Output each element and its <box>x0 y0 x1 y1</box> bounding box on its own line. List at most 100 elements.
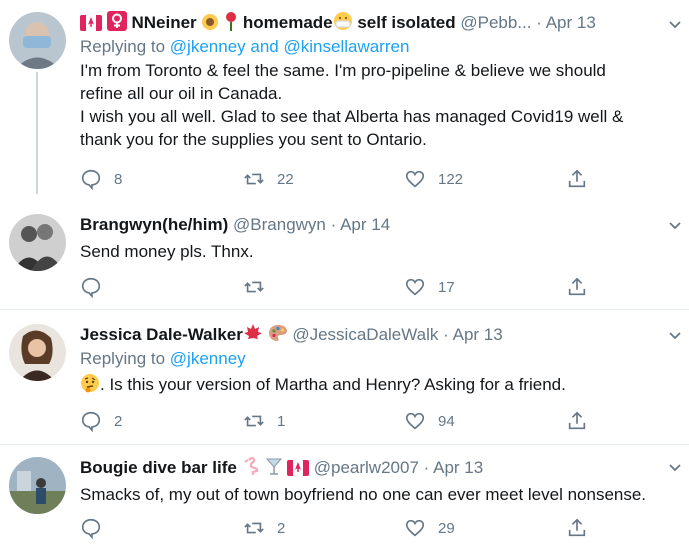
reply-icon <box>81 277 101 298</box>
chevron-down-icon[interactable] <box>667 327 683 343</box>
tweet-text: I'm from Toronto & feel the same. I'm pr… <box>80 59 659 151</box>
retweet-button[interactable]: 22 <box>243 167 294 191</box>
canada-flag-icon <box>287 459 310 480</box>
display-name[interactable]: Bougie dive bar life <box>80 458 237 477</box>
separator-dot: · <box>423 458 430 477</box>
reply-count: 2 <box>114 412 123 430</box>
avatar[interactable] <box>9 12 66 69</box>
face-with-raised-eyebrow-icon <box>80 373 100 399</box>
tweet-date[interactable]: Apr 13 <box>433 458 483 477</box>
retweet-button[interactable] <box>243 275 277 299</box>
tweet-1[interactable]: NNeiner homemade self isolated @Pebb... … <box>0 0 689 200</box>
tweet-text: . Is this your version of Martha and Hen… <box>80 373 659 399</box>
heart-icon <box>405 170 425 188</box>
share-icon <box>568 277 586 296</box>
like-count: 122 <box>438 170 464 188</box>
display-name-tail[interactable]: self isolated <box>357 13 455 32</box>
cocktail-glass-icon <box>266 456 283 480</box>
mention-link[interactable]: @jkenney <box>170 349 246 368</box>
retweet-icon <box>244 173 264 185</box>
retweet-button[interactable]: 2 <box>243 516 285 540</box>
separator-dot: · <box>443 325 449 344</box>
reply-button[interactable] <box>80 516 114 540</box>
tweet-date[interactable]: Apr 13 <box>546 13 596 32</box>
tweet-3[interactable]: Jessica Dale-Walker @JessicaDaleWalk · A… <box>0 310 689 444</box>
reply-icon <box>81 411 101 432</box>
share-button[interactable] <box>566 275 588 299</box>
tweet-text-line: thank you for the supplies you sent to O… <box>80 130 427 149</box>
tweet-text-line: I wish you all well. Glad to see that Al… <box>80 107 624 126</box>
tweet-header: Jessica Dale-Walker @JessicaDaleWalk · A… <box>80 323 659 347</box>
tweet-text-content: . Is this your version of Martha and Hen… <box>100 375 566 394</box>
tweet-header: Bougie dive bar life @pearlw2007 · Apr 1… <box>80 456 659 480</box>
like-button[interactable]: 94 <box>404 409 455 433</box>
like-count: 94 <box>438 412 455 430</box>
avatar[interactable] <box>9 457 66 514</box>
display-name[interactable]: Brangwyn(he/him) <box>80 215 228 234</box>
canada-flag-icon <box>80 14 102 35</box>
heart-icon <box>405 278 425 296</box>
tweet-2[interactable]: Brangwyn(he/him) @Brangwyn · Apr 14 Send… <box>0 201 689 309</box>
reply-icon <box>81 169 101 190</box>
retweet-count: 1 <box>277 412 286 430</box>
like-count: 29 <box>438 519 455 537</box>
retweet-icon <box>244 415 264 427</box>
share-icon <box>568 169 586 188</box>
separator-dot: · <box>536 13 542 32</box>
retweet-count: 22 <box>277 170 294 188</box>
avatar[interactable] <box>9 324 66 381</box>
tweet-4[interactable]: Bougie dive bar life @pearlw2007 · Apr 1… <box>0 445 689 544</box>
thread-line <box>36 72 38 194</box>
tweet-text-line: I'm from Toronto & feel the same. I'm pr… <box>80 61 606 80</box>
tweet-text-line: refine all our oil in Canada. <box>80 84 283 103</box>
chevron-down-icon[interactable] <box>667 16 683 32</box>
tweet-date[interactable]: Apr 14 <box>340 215 390 234</box>
replying-to: Replying to @jkenney and @kinsellawarren <box>80 35 659 59</box>
like-button[interactable]: 122 <box>404 167 463 191</box>
reply-button[interactable] <box>80 275 114 299</box>
share-button[interactable] <box>566 167 588 191</box>
sunflower-icon <box>201 13 219 35</box>
mention-conjunction: and <box>250 37 279 56</box>
display-name-suffix[interactable]: homemade <box>243 13 333 32</box>
like-button[interactable]: 29 <box>404 516 455 540</box>
display-name[interactable]: NNeiner <box>131 13 196 32</box>
mention-link[interactable]: @jkenney <box>170 37 246 56</box>
mention-link[interactable]: @kinsellawarren <box>284 37 410 56</box>
replying-prefix: Replying to <box>80 349 166 368</box>
replying-to: Replying to @jkenney <box>80 347 659 371</box>
like-button[interactable]: 17 <box>404 275 455 299</box>
artist-palette-icon <box>268 323 288 347</box>
face-with-mask-icon <box>333 11 353 35</box>
separator-dot: · <box>330 215 337 234</box>
replying-prefix: Replying to <box>80 37 166 56</box>
reply-button[interactable]: 8 <box>80 167 122 191</box>
display-name[interactable]: Jessica Dale-Walker <box>80 325 243 344</box>
tweet-text: Send money pls. Thnx. <box>80 242 254 261</box>
female-sign-icon <box>106 11 127 35</box>
retweet-button[interactable]: 1 <box>243 409 285 433</box>
heart-icon <box>405 519 425 537</box>
tweet-header: NNeiner homemade self isolated @Pebb... … <box>80 11 659 35</box>
tweet-header: Brangwyn(he/him) @Brangwyn · Apr 14 <box>80 213 659 237</box>
maple-leaf-icon <box>243 323 263 347</box>
user-handle[interactable]: @Brangwyn <box>233 215 326 234</box>
tweet-text: Smacks of, my out of town boyfriend no o… <box>80 485 647 504</box>
reply-button[interactable]: 2 <box>80 409 122 433</box>
share-icon <box>568 518 586 537</box>
like-count: 17 <box>438 278 455 296</box>
user-handle[interactable]: @pearlw2007 <box>314 458 419 477</box>
chevron-down-icon[interactable] <box>667 459 683 475</box>
avatar[interactable] <box>9 214 66 271</box>
share-button[interactable] <box>566 409 588 433</box>
retweet-count: 2 <box>277 519 286 537</box>
share-icon <box>568 411 586 430</box>
retweet-icon <box>244 522 264 534</box>
user-handle[interactable]: @JessicaDaleWalk <box>292 325 438 344</box>
user-handle[interactable]: @Pebb... <box>460 13 531 32</box>
retweet-icon <box>244 281 264 293</box>
heart-icon <box>405 412 425 430</box>
tweet-date[interactable]: Apr 13 <box>453 325 503 344</box>
share-button[interactable] <box>566 516 588 540</box>
chevron-down-icon[interactable] <box>667 217 683 233</box>
